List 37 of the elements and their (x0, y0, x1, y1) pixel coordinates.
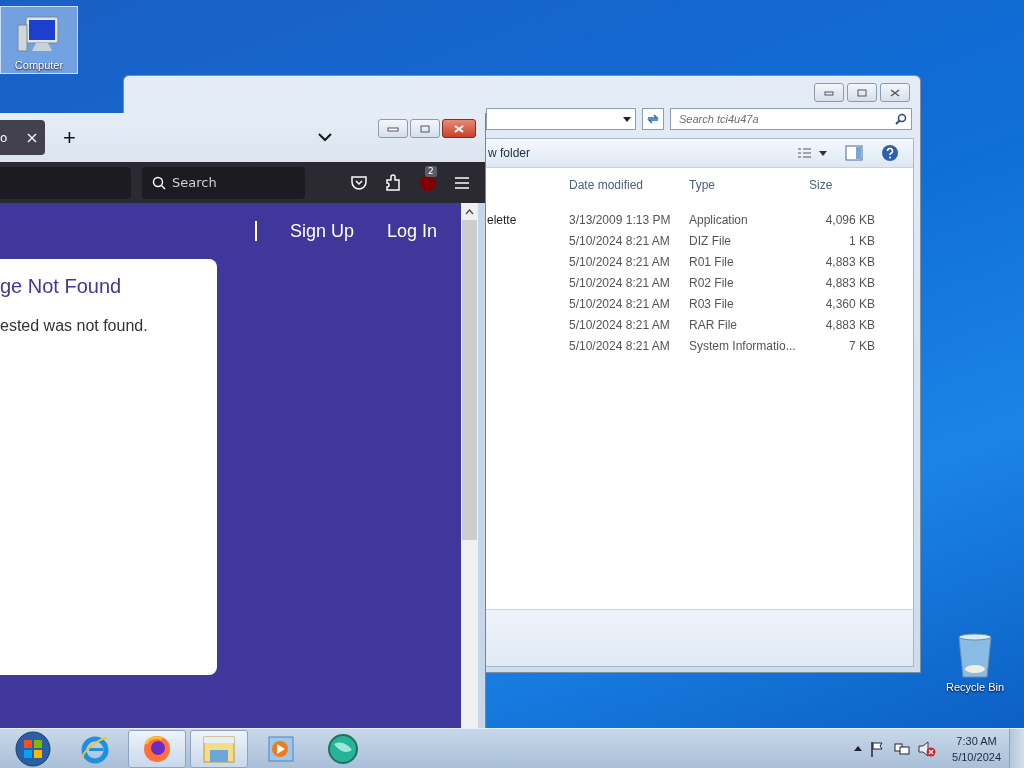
type-cell-text: RAR File (689, 317, 738, 334)
new-folder-button[interactable]: w folder (488, 146, 531, 160)
type-cell-text: R03 File (689, 296, 735, 313)
error-message: ested was not found. (0, 317, 149, 335)
type-cell-text: R02 File (689, 275, 735, 292)
date-cell-text: 5/10/2024 8:21 AM (569, 275, 671, 292)
size-cell-text: 4,883 KB (824, 275, 875, 292)
nav-link[interactable]: Log In (386, 220, 437, 242)
column-header[interactable]: Date modified (569, 175, 689, 196)
column-header[interactable]: Type (689, 175, 809, 196)
date-cell-text: 5/10/2024 8:21 AM (569, 254, 671, 271)
nav-link[interactable]: Sign Up (289, 220, 354, 242)
search-field[interactable]: Search tci4u47a (670, 108, 912, 130)
size-cell-text: 4,360 KB (824, 296, 875, 313)
type-cell-text: Application (689, 212, 749, 229)
file-name[interactable]: elette (487, 213, 517, 227)
type-cell-text: DIZ File (689, 233, 732, 250)
size-cell-text: 4,883 KB (824, 254, 875, 271)
size-cell-text: 4,096 KB (824, 212, 875, 229)
date-cell-text: 5/10/2024 8:21 AM (569, 296, 671, 313)
date-cell-text: 5/10/2024 8:21 AM (569, 317, 671, 334)
size-cell-text: 7 KB (848, 338, 875, 355)
notification-badge: 2 (425, 165, 437, 177)
date-cell-text: 5/10/2024 8:21 AM (569, 233, 671, 250)
clock[interactable]: 7:30 AM 5/10/2024 (952, 732, 1001, 765)
desktop-icon[interactable]: Recycle Bin (937, 628, 1013, 696)
type-cell-text: R01 File (689, 254, 735, 271)
search-field[interactable]: Search (142, 166, 305, 199)
date-cell-text: 5/10/2024 8:21 AM (569, 338, 671, 355)
error-heading: ge Not Found (0, 275, 123, 298)
column-header[interactable]: Size (809, 175, 875, 196)
size-cell-text: 4,883 KB (824, 317, 875, 334)
size-cell-text: 1 KB (848, 233, 875, 250)
new-tab-button[interactable]: + (59, 124, 80, 151)
browser-tab[interactable]: o (0, 120, 45, 155)
type-cell-text: System Informatio... (689, 338, 797, 355)
date-cell-text: 3/13/2009 1:13 PM (569, 212, 672, 229)
